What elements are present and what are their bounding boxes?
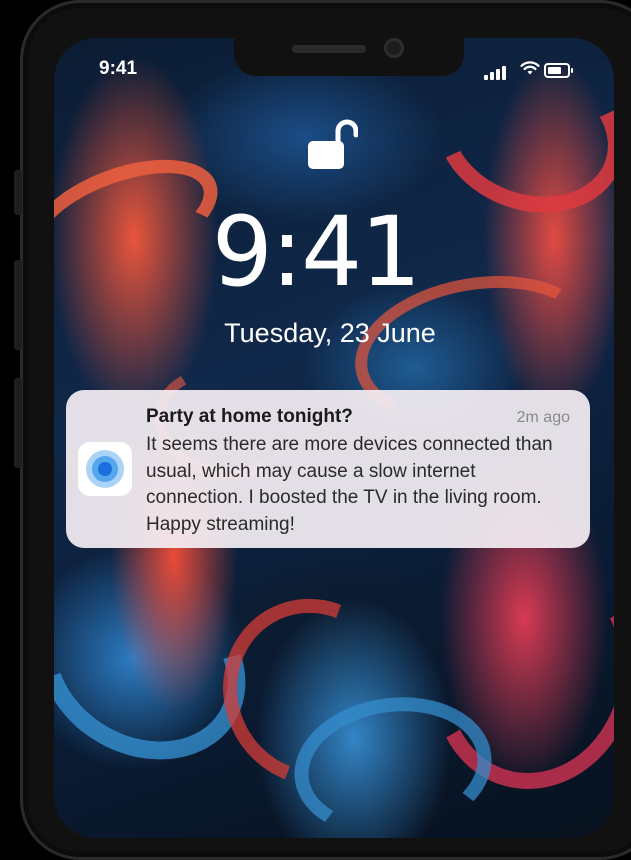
battery-icon: [544, 63, 570, 78]
front-camera: [384, 38, 404, 58]
lock-screen-date: Tuesday, 23 June: [224, 318, 436, 348]
volume-down-button: [14, 378, 22, 468]
radar-signal-icon: [78, 442, 132, 496]
notification-card[interactable]: Party at home tonight? 2m ago It seems t…: [66, 390, 590, 548]
earpiece-speaker: [292, 45, 366, 53]
notification-timestamp: 2m ago: [516, 409, 570, 426]
unlocked-padlock-icon[interactable]: [306, 117, 358, 171]
status-bar-icons: [484, 60, 584, 80]
battery-tip: [571, 68, 573, 73]
notification-body: It seems there are more devices connecte…: [146, 434, 553, 535]
wifi-icon: [520, 61, 540, 75]
status-bar-time: 9:41: [99, 58, 138, 79]
notification-title: Party at home tonight?: [146, 406, 353, 427]
lock-screen-time: 9:41: [211, 196, 422, 308]
notch: [234, 38, 464, 76]
